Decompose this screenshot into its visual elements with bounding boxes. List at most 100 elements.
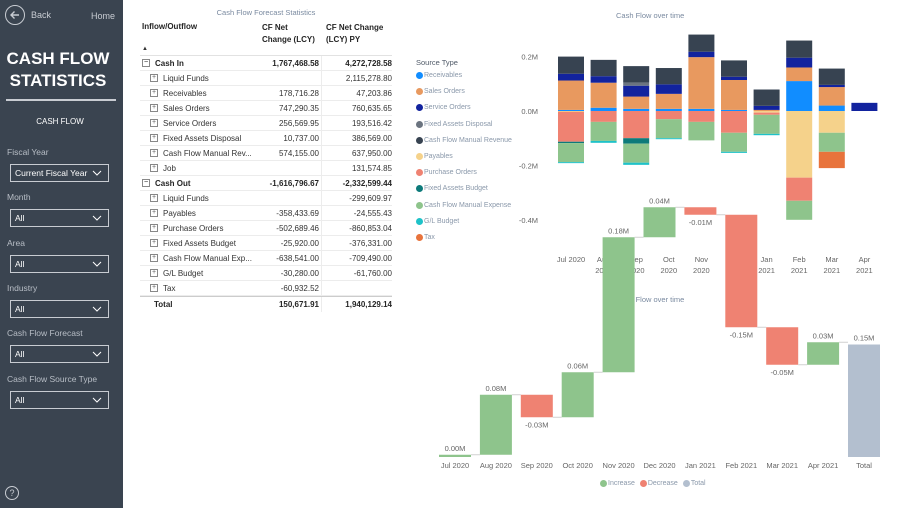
row-label-cell: + Liquid Funds <box>140 194 258 203</box>
table-row: + Cash Flow Manual Rev... 574,155.00 637,95… <box>140 145 392 161</box>
expand-icon[interactable]: + <box>150 269 158 277</box>
expand-icon[interactable]: + <box>150 74 158 82</box>
legend-label: Fixed Assets Budget <box>424 185 488 193</box>
bar-segment <box>818 111 845 133</box>
legend-label: Receivables <box>424 72 463 79</box>
expand-icon[interactable]: + <box>150 104 158 112</box>
table-row: + Job 131,574.85 <box>140 160 392 176</box>
sidebar: Back Home CASH FLOW STATISTICS CASH FLOW… <box>0 0 123 508</box>
row-label: Receivables <box>163 88 207 98</box>
filter-label-area: Area <box>7 238 25 248</box>
filter-label-cash-flow-forecast: Cash Flow Forecast <box>7 328 83 338</box>
cf-net-change-cell: 1,767,468.58 <box>258 55 322 71</box>
data-label: -0.03M <box>525 420 548 429</box>
expand-icon[interactable]: + <box>150 164 158 172</box>
collapse-icon[interactable]: − <box>142 179 150 187</box>
chevron-down-icon <box>92 261 102 267</box>
row-label: Purchase Orders <box>163 223 224 233</box>
column-header-cf-net-change-py[interactable]: CF Net Change (LCY) PY <box>320 22 392 55</box>
legend-label: Service Orders <box>424 104 471 112</box>
bar-segment <box>818 151 845 169</box>
expand-icon[interactable]: + <box>150 194 158 202</box>
source-type-dropdown[interactable]: All <box>10 391 109 409</box>
legend-item[interactable]: Service Orders <box>416 104 471 112</box>
legend-item[interactable]: Purchase Orders <box>416 169 477 177</box>
fiscal-year-dropdown[interactable]: Current Fiscal Year <box>10 164 109 182</box>
x-tick-label: 2021 <box>823 266 840 275</box>
y-tick-label: -0.2M <box>519 161 538 170</box>
legend-item[interactable]: Sales Orders <box>416 88 465 96</box>
home-button[interactable]: Home <box>91 11 115 21</box>
bar-segment <box>655 108 682 111</box>
bar-segment <box>623 143 650 163</box>
cf-net-change-py-cell: 4,272,728.58 <box>345 58 392 68</box>
legend-item-decrease[interactable]: Decrease <box>639 480 678 487</box>
legend-item[interactable]: G/L Budget <box>416 217 459 225</box>
expand-icon[interactable]: + <box>150 254 158 262</box>
section-label: CASH FLOW <box>36 117 84 126</box>
bar-segment <box>558 80 584 110</box>
back-label: Back <box>31 10 52 20</box>
expand-icon[interactable]: + <box>150 284 158 292</box>
bar-segment <box>721 151 747 153</box>
industry-value: All <box>15 304 25 314</box>
cf-net-change-py-cell: 47,203.86 <box>356 88 392 98</box>
legend-item[interactable]: Cash Flow Manual Expense <box>416 201 511 209</box>
legend-dot-icon <box>416 185 423 193</box>
row-label-cell: + Service Orders <box>140 119 258 128</box>
expand-icon[interactable]: + <box>150 149 158 157</box>
legend-item-increase[interactable]: Increase <box>600 480 635 487</box>
row-label: Payables <box>163 208 196 218</box>
area-dropdown[interactable]: All <box>10 255 109 273</box>
legend-item-total[interactable]: Total <box>682 480 706 487</box>
row-label-cell: − Cash Out <box>140 179 258 188</box>
legend-item[interactable]: Payables <box>416 153 453 160</box>
table-row: + Liquid Funds 2,115,278.80 <box>140 70 392 86</box>
expand-icon[interactable]: + <box>150 239 158 247</box>
legend-item[interactable]: Fixed Assets Budget <box>416 185 488 193</box>
column-header-cf-net-change[interactable]: CF Net Change (LCY) <box>250 22 320 55</box>
table-row: + Liquid Funds -299,609.97 <box>140 190 392 206</box>
bar-segment <box>590 121 617 141</box>
cf-net-change-py-cell: -299,609.97 <box>349 193 392 203</box>
table-row: + Payables -358,433.69 -24,555.43 <box>140 205 392 221</box>
bar-segment <box>558 111 584 112</box>
expand-icon[interactable]: + <box>150 224 158 232</box>
help-icon[interactable]: ? <box>5 486 19 500</box>
expand-icon[interactable]: + <box>150 209 158 217</box>
increase-dot-icon <box>600 480 607 487</box>
bar-segment <box>623 82 650 86</box>
x-tick-label: 2021 <box>791 266 808 275</box>
row-label-cell: + Sales Orders <box>140 104 258 113</box>
cf-net-change-cell <box>258 160 322 176</box>
legend-item[interactable]: Receivables <box>416 72 462 79</box>
bar-segment <box>721 109 747 111</box>
row-label-cell: + Fixed Assets Disposal <box>140 134 258 143</box>
month-dropdown[interactable]: All <box>10 209 109 227</box>
waterfall-bar <box>439 454 471 457</box>
cash-flow-forecast-dropdown[interactable]: All <box>10 345 109 363</box>
collapse-icon[interactable]: − <box>142 59 150 67</box>
waterfall-chart-title: Cash Flow over time <box>616 295 685 304</box>
row-label-cell: + Job <box>140 164 258 173</box>
cf-net-change-py-cell: -24,555.43 <box>353 208 392 218</box>
expand-icon[interactable]: + <box>150 119 158 127</box>
bar-segment <box>558 162 584 164</box>
x-tick-label: Jan 2021 <box>685 461 716 470</box>
back-button[interactable]: Back <box>5 5 51 25</box>
column-header-inflow-outflow[interactable]: Inflow/Outflow <box>140 22 250 55</box>
expand-icon[interactable]: + <box>150 134 158 142</box>
x-tick-label: 2020 <box>660 266 677 275</box>
bar-segment <box>558 109 584 111</box>
table-row: + Purchase Orders -502,689.46 -860,853.04 <box>140 220 392 236</box>
expand-icon[interactable]: + <box>150 89 158 97</box>
industry-dropdown[interactable]: All <box>10 300 109 318</box>
row-label-cell: + Tax <box>140 284 258 293</box>
sort-ascending-icon[interactable]: ▲ <box>142 46 148 52</box>
legend-item[interactable]: Cash Flow Manual Revenue <box>416 136 512 144</box>
bar-segment <box>623 66 650 83</box>
legend-item[interactable]: Tax <box>416 234 435 241</box>
waterfall-bar <box>602 237 635 373</box>
row-label-cell: + Liquid Funds <box>140 74 258 83</box>
legend-item[interactable]: Fixed Assets Disposal <box>416 120 492 128</box>
